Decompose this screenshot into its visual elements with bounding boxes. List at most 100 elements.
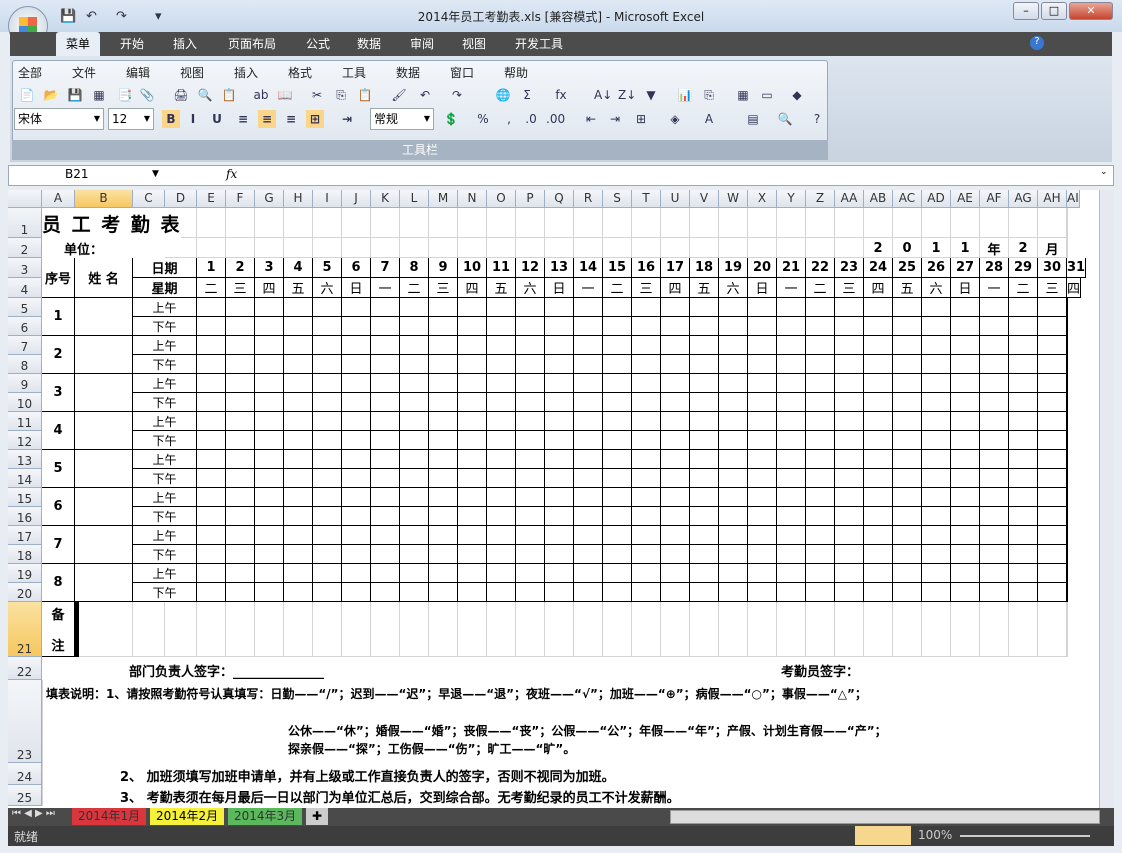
day-27[interactable]: 27 <box>951 258 980 278</box>
attendance-cell[interactable] <box>255 507 284 526</box>
attendance-cell[interactable] <box>893 469 922 488</box>
attendance-cell[interactable] <box>719 526 748 545</box>
attendance-cell[interactable] <box>197 393 226 412</box>
sheet-title[interactable]: 员 工 考 勤 表 <box>42 208 182 238</box>
attendance-cell[interactable] <box>1067 507 1068 526</box>
attendance-cell[interactable] <box>313 298 342 317</box>
attendance-cell[interactable] <box>748 507 777 526</box>
cell[interactable] <box>313 238 342 258</box>
cell[interactable] <box>313 602 342 657</box>
attendance-cell[interactable] <box>661 469 690 488</box>
weekday-10[interactable]: 四 <box>458 278 487 298</box>
toolbar-icon-13[interactable]: 📋 <box>356 86 374 104</box>
attendance-cell[interactable] <box>487 450 516 469</box>
attendance-cell[interactable] <box>400 526 429 545</box>
attendance-cell[interactable] <box>980 336 1009 355</box>
attendance-cell[interactable] <box>893 507 922 526</box>
attendance-cell[interactable] <box>429 564 458 583</box>
name-header[interactable]: 姓 名 <box>75 258 133 298</box>
ribbon-tab-0[interactable]: 菜单 <box>56 32 101 56</box>
attendance-cell[interactable] <box>661 583 690 602</box>
attendance-cell[interactable] <box>342 431 371 450</box>
attendance-cell[interactable] <box>922 298 951 317</box>
weekday-9[interactable]: 三 <box>429 278 458 298</box>
attendance-cell[interactable] <box>429 374 458 393</box>
attendance-cell[interactable] <box>835 469 864 488</box>
cell[interactable] <box>197 238 226 258</box>
attendance-cell[interactable] <box>632 393 661 412</box>
attendance-cell[interactable] <box>951 526 980 545</box>
attendance-cell[interactable] <box>487 336 516 355</box>
cell[interactable] <box>545 208 574 238</box>
toolbar-icon-5[interactable]: 📎 <box>138 86 156 104</box>
attendance-cell[interactable] <box>429 488 458 507</box>
attendance-cell[interactable] <box>400 336 429 355</box>
cell[interactable] <box>400 602 429 657</box>
attendance-cell[interactable] <box>545 412 574 431</box>
name-box[interactable]: B21 <box>10 167 165 184</box>
attendance-cell[interactable] <box>835 564 864 583</box>
cell[interactable] <box>284 238 313 258</box>
cell[interactable] <box>574 238 603 258</box>
attendance-cell[interactable] <box>255 450 284 469</box>
ribbon-tab-2[interactable]: 插入 <box>163 32 207 56</box>
attendance-cell[interactable] <box>574 336 603 355</box>
row-header-25[interactable]: 25 <box>8 785 42 806</box>
attendance-cell[interactable] <box>284 545 313 564</box>
decrease-decimal-button[interactable]: .00 <box>546 110 565 128</box>
attendance-cell[interactable] <box>458 450 487 469</box>
cell[interactable] <box>226 602 255 657</box>
attendance-cell[interactable] <box>313 583 342 602</box>
cell[interactable] <box>255 602 284 657</box>
cell[interactable] <box>429 208 458 238</box>
column-header-B[interactable]: B <box>75 190 133 208</box>
attendance-cell[interactable] <box>748 317 777 336</box>
weekday-11[interactable]: 五 <box>487 278 516 298</box>
attendance-cell[interactable] <box>922 507 951 526</box>
attendance-cell[interactable] <box>980 374 1009 393</box>
attendance-cell[interactable] <box>226 583 255 602</box>
attendance-cell[interactable] <box>429 355 458 374</box>
attendance-cell[interactable] <box>342 317 371 336</box>
attendance-cell[interactable] <box>574 450 603 469</box>
employee-seq[interactable]: 7 <box>42 526 75 564</box>
attendance-cell[interactable] <box>545 317 574 336</box>
attendance-cell[interactable] <box>255 431 284 450</box>
attendance-cell[interactable] <box>922 336 951 355</box>
attendance-cell[interactable] <box>835 374 864 393</box>
attendance-cell[interactable] <box>603 526 632 545</box>
attendance-cell[interactable] <box>661 564 690 583</box>
font-size-select[interactable]: 12 ▼ <box>108 108 154 130</box>
attendance-cell[interactable] <box>197 526 226 545</box>
day-30[interactable]: 30 <box>1038 258 1067 278</box>
row-header-22[interactable]: 22 <box>8 657 42 680</box>
cell[interactable] <box>603 602 632 657</box>
percent-button[interactable]: % <box>474 110 492 128</box>
attendance-cell[interactable] <box>197 564 226 583</box>
column-header-V[interactable]: V <box>690 190 719 208</box>
vertical-scrollbar[interactable] <box>1099 190 1114 808</box>
cell[interactable] <box>922 208 951 238</box>
attendance-cell[interactable] <box>980 488 1009 507</box>
employee-name[interactable] <box>75 298 133 336</box>
attendance-cell[interactable] <box>226 545 255 564</box>
cell[interactable] <box>342 208 371 238</box>
attendance-cell[interactable] <box>371 374 400 393</box>
column-header-M[interactable]: M <box>429 190 458 208</box>
attendance-cell[interactable] <box>777 393 806 412</box>
attendance-cell[interactable] <box>777 431 806 450</box>
attendance-cell[interactable] <box>922 450 951 469</box>
attendance-cell[interactable] <box>661 374 690 393</box>
employee-name[interactable] <box>75 526 133 564</box>
attendance-cell[interactable] <box>313 526 342 545</box>
attendance-cell[interactable] <box>748 336 777 355</box>
cell[interactable] <box>893 602 922 657</box>
attendance-cell[interactable] <box>226 355 255 374</box>
employee-name[interactable] <box>75 374 133 412</box>
date-part-6[interactable]: 月 <box>1038 238 1067 258</box>
attendance-cell[interactable] <box>1009 488 1038 507</box>
attendance-cell[interactable] <box>690 488 719 507</box>
attendance-cell[interactable] <box>342 336 371 355</box>
attendance-cell[interactable] <box>922 469 951 488</box>
attendance-cell[interactable] <box>603 317 632 336</box>
